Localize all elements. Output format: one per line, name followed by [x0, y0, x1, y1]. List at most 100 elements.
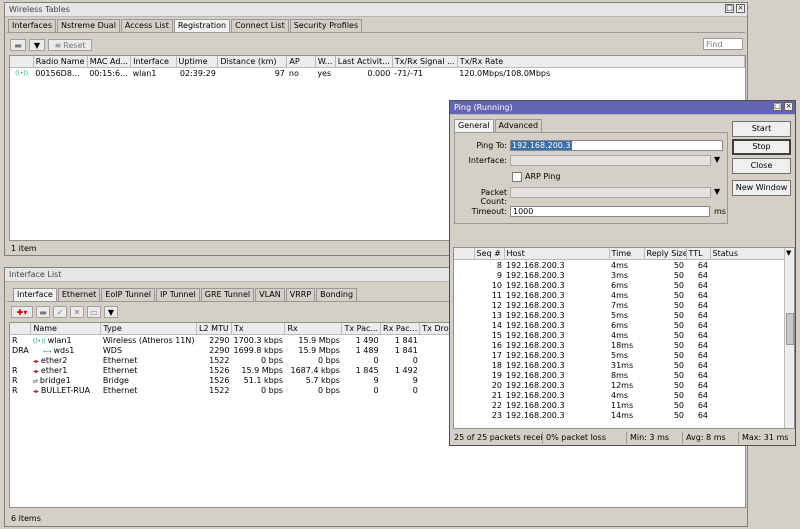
column-header[interactable]: L2 MTU — [196, 323, 232, 335]
column-header[interactable]: Seq # — [474, 248, 505, 260]
disable-button[interactable]: ✕ — [70, 306, 84, 318]
il-tab-vrrp[interactable]: VRRP — [285, 288, 316, 301]
filter-button[interactable]: ▼ — [29, 39, 45, 51]
column-header[interactable]: Rx — [284, 323, 343, 335]
start-button[interactable]: Start — [732, 121, 791, 137]
table-row[interactable]: ((•)) 00156D8... 00:15:6... wlan1 02:39:29 97… — [10, 68, 745, 79]
column-header[interactable]: Rx Pac... — [380, 323, 421, 335]
table-row[interactable]: 9 192.168.200.3 3ms 50 64 — [454, 270, 786, 280]
column-header[interactable]: Tx — [231, 323, 286, 335]
column-header[interactable]: Tx Pac... — [341, 323, 382, 335]
table-row[interactable]: 13 192.168.200.3 5ms 50 64 — [454, 310, 786, 320]
filter-button[interactable]: ▼ — [104, 306, 118, 318]
il-tab-gre-tunnel[interactable]: GRE Tunnel — [200, 288, 255, 301]
table-row[interactable]: 17 192.168.200.3 5ms 50 64 — [454, 350, 786, 360]
remove-button[interactable]: ▬ — [36, 306, 50, 318]
add-button[interactable]: ✚▾ — [11, 306, 33, 318]
close-icon[interactable]: × — [784, 102, 793, 111]
column-header[interactable]: Reply Size — [644, 248, 687, 260]
ping-title: Ping (Running) — [454, 103, 513, 112]
table-row[interactable]: R◂▸BULLET-RUAEthernet15220 bps0 bps000 — [10, 385, 490, 395]
ping-to-input[interactable]: 192.168.200.3 — [510, 140, 723, 151]
il-tab-vlan[interactable]: VLAN — [255, 288, 285, 301]
close-button[interactable]: Close — [732, 158, 791, 174]
table-row[interactable]: 23 192.168.200.3 14ms 50 64 — [454, 410, 786, 420]
arp-ping-checkbox[interactable] — [512, 172, 522, 182]
reset-button[interactable]: ≡ Reset — [48, 39, 92, 51]
wireless-tables-titlebar[interactable]: Wireless Tables □ × — [5, 3, 747, 17]
table-row[interactable]: ◂▸ether2Ethernet15220 bps0 bps000 — [10, 355, 490, 365]
column-header[interactable]: Radio Name — [33, 56, 88, 68]
column-header[interactable]: Distance (km) — [217, 56, 288, 68]
column-header[interactable]: Name — [30, 323, 102, 335]
maximize-icon[interactable]: □ — [773, 102, 782, 111]
minus-button[interactable]: ▬ — [10, 39, 26, 51]
table-row[interactable]: 8 192.168.200.3 4ms 50 64 — [454, 260, 786, 271]
il-tab-ip-tunnel[interactable]: IP Tunnel — [156, 288, 200, 301]
column-header[interactable]: W... — [315, 56, 336, 68]
table-row[interactable]: 11 192.168.200.3 4ms 50 64 — [454, 290, 786, 300]
wt-tab-nstreme-dual[interactable]: Nstreme Dual — [56, 19, 120, 32]
table-row[interactable]: 16 192.168.200.3 18ms 50 64 — [454, 340, 786, 350]
column-header[interactable]: AP — [286, 56, 316, 68]
table-row[interactable]: 10 192.168.200.3 6ms 50 64 — [454, 280, 786, 290]
column-header[interactable]: Last Activit... — [335, 56, 393, 68]
timeout-input[interactable]: 1000 — [510, 206, 710, 217]
maximize-icon[interactable]: □ — [725, 4, 734, 13]
table-cell: 64 — [697, 360, 708, 370]
column-header[interactable]: MAC Ad... — [87, 56, 132, 68]
table-row[interactable]: 19 192.168.200.3 8ms 50 64 — [454, 370, 786, 380]
interface-dropdown-icon[interactable]: ▼ — [714, 155, 720, 164]
table-row[interactable]: 14 192.168.200.3 6ms 50 64 — [454, 320, 786, 330]
table-row[interactable]: R⇄bridge1Bridge152651.1 kbps5.7 kbps990 — [10, 375, 490, 385]
ping-tab-advanced[interactable]: Advanced — [494, 119, 543, 132]
ping-scrollbar[interactable]: ▼ — [784, 248, 794, 428]
column-header[interactable]: Host — [504, 248, 610, 260]
table-cell: 64 — [697, 260, 708, 270]
scroll-thumb[interactable] — [786, 313, 794, 345]
close-icon[interactable]: × — [736, 4, 745, 13]
table-row[interactable]: 18 192.168.200.3 31ms 50 64 — [454, 360, 786, 370]
table-row[interactable]: 22 192.168.200.3 11ms 50 64 — [454, 400, 786, 410]
find-input[interactable] — [703, 38, 743, 50]
new-window-button[interactable]: New Window — [732, 180, 791, 196]
packet-count-input[interactable] — [510, 187, 711, 198]
ping-tab-general[interactable]: General — [454, 119, 494, 133]
column-header[interactable]: Interface — [130, 56, 177, 68]
table-row[interactable]: 21 192.168.200.3 4ms 50 64 — [454, 390, 786, 400]
wt-tab-connect-list[interactable]: Connect List — [231, 19, 289, 32]
wt-tab-security-profiles[interactable]: Security Profiles — [289, 19, 363, 32]
table-cell: 192.168.200.3 — [506, 290, 565, 300]
interface-name: wds1 — [53, 345, 75, 355]
column-header[interactable]: TTL — [686, 248, 711, 260]
il-tab-eoip-tunnel[interactable]: EoIP Tunnel — [101, 288, 155, 301]
interface-select[interactable] — [510, 155, 711, 166]
ping-titlebar[interactable]: Ping (Running) □ × — [450, 101, 795, 115]
wt-tab-access-list[interactable]: Access List — [120, 19, 173, 32]
table-row[interactable]: 15 192.168.200.3 4ms 50 64 — [454, 330, 786, 340]
il-tab-bonding[interactable]: Bonding — [316, 288, 358, 301]
table-row[interactable]: DRA ⟷ wds1 WDS 2290 1699.8 kbps 15.9 Mbps 1 489… — [10, 345, 490, 355]
comment-button[interactable]: ▭ — [87, 306, 101, 318]
il-tab-ethernet[interactable]: Ethernet — [57, 288, 101, 301]
enable-button[interactable]: ✓ — [53, 306, 67, 318]
table-cell — [710, 390, 786, 400]
column-header[interactable]: Type — [100, 323, 197, 335]
il-tab-interface[interactable]: Interface — [13, 288, 57, 302]
scroll-down-icon[interactable]: ▼ — [786, 249, 791, 257]
column-header[interactable]: Uptime — [176, 56, 219, 68]
column-header[interactable]: Time — [609, 248, 645, 260]
column-header[interactable] — [10, 323, 32, 335]
column-header[interactable]: Tx/Rx Rate — [457, 56, 745, 68]
column-header[interactable]: Status — [710, 248, 787, 260]
table-row[interactable]: 12 192.168.200.3 7ms 50 64 — [454, 300, 786, 310]
wt-tab-interfaces[interactable]: Interfaces — [8, 19, 56, 32]
wt-tab-registration[interactable]: Registration — [173, 19, 231, 33]
column-header[interactable]: Tx/Rx Signal ... — [392, 56, 458, 68]
packet-count-dropdown-icon[interactable]: ▼ — [714, 187, 720, 196]
table-row[interactable]: R ((•)) wlan1 Wireless (Atheros 11N) 2290 170… — [10, 335, 490, 346]
table-row[interactable]: R ◂▸ ether1 Ethernet 1526 15.9 Mbps 1687.4 kbp… — [10, 365, 490, 375]
table-cell: 18ms — [611, 340, 634, 350]
stop-button[interactable]: Stop — [732, 139, 791, 155]
table-row[interactable]: 20 192.168.200.3 12ms 50 64 — [454, 380, 786, 390]
